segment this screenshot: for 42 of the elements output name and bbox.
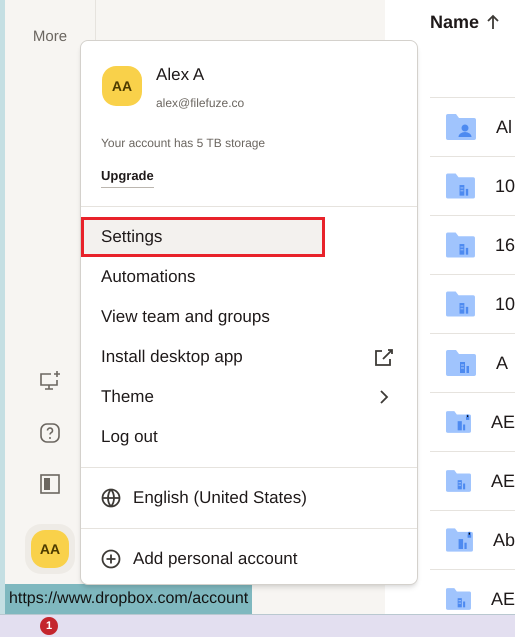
menu-item[interactable]: Theme [81, 377, 417, 417]
folder-icon [446, 468, 471, 494]
storage-note: Your account has 5 TB storage [100, 134, 266, 152]
avatar[interactable]: AA [31, 530, 69, 568]
language-selector[interactable]: English (United States) [81, 468, 417, 528]
file-name[interactable]: AE [490, 468, 515, 494]
menu-item[interactable]: Log out [81, 417, 417, 457]
panel-toggle-icon [40, 474, 60, 494]
external-link-icon [373, 347, 393, 367]
menu-item[interactable]: Settings [81, 217, 325, 257]
avatar: AA [102, 66, 142, 106]
up-arrow-icon [485, 14, 502, 31]
notification-badge: 1 [40, 617, 58, 635]
globe-icon [101, 488, 121, 508]
help-icon [39, 422, 61, 444]
file-name[interactable]: Al [496, 114, 512, 140]
file-name[interactable]: 10 [494, 172, 515, 200]
folder-icon [446, 527, 473, 553]
menu-item[interactable]: Automations [81, 257, 417, 297]
folder-icon [446, 586, 471, 612]
folder-icon [446, 350, 476, 376]
file-name[interactable]: 10 [494, 290, 515, 318]
folder-icon [446, 409, 471, 435]
more-label[interactable]: More [32, 26, 68, 48]
upgrade-link[interactable]: Upgrade [101, 166, 154, 188]
file-name[interactable]: Ab [492, 526, 515, 554]
file-name[interactable]: A [496, 350, 508, 376]
menu-item[interactable]: Install desktop app [81, 337, 417, 377]
folder-icon [446, 232, 475, 258]
file-name[interactable]: AE [490, 586, 515, 612]
menu-item[interactable]: View team and groups [81, 297, 417, 337]
name-column-header[interactable]: Name [430, 9, 502, 36]
file-name[interactable]: AE [490, 408, 515, 436]
plus-circle-icon [101, 549, 121, 569]
account-name: Alex A [156, 64, 206, 86]
url-tooltip: https://www.dropbox.com/account [5, 584, 252, 614]
monitor-plus-icon [38, 370, 62, 392]
folder-icon [446, 291, 475, 317]
file-name[interactable]: 16 [494, 232, 515, 258]
folder-icon [446, 173, 475, 199]
account-email: alex@filefuze.co [156, 94, 244, 112]
folder-icon [446, 114, 476, 140]
